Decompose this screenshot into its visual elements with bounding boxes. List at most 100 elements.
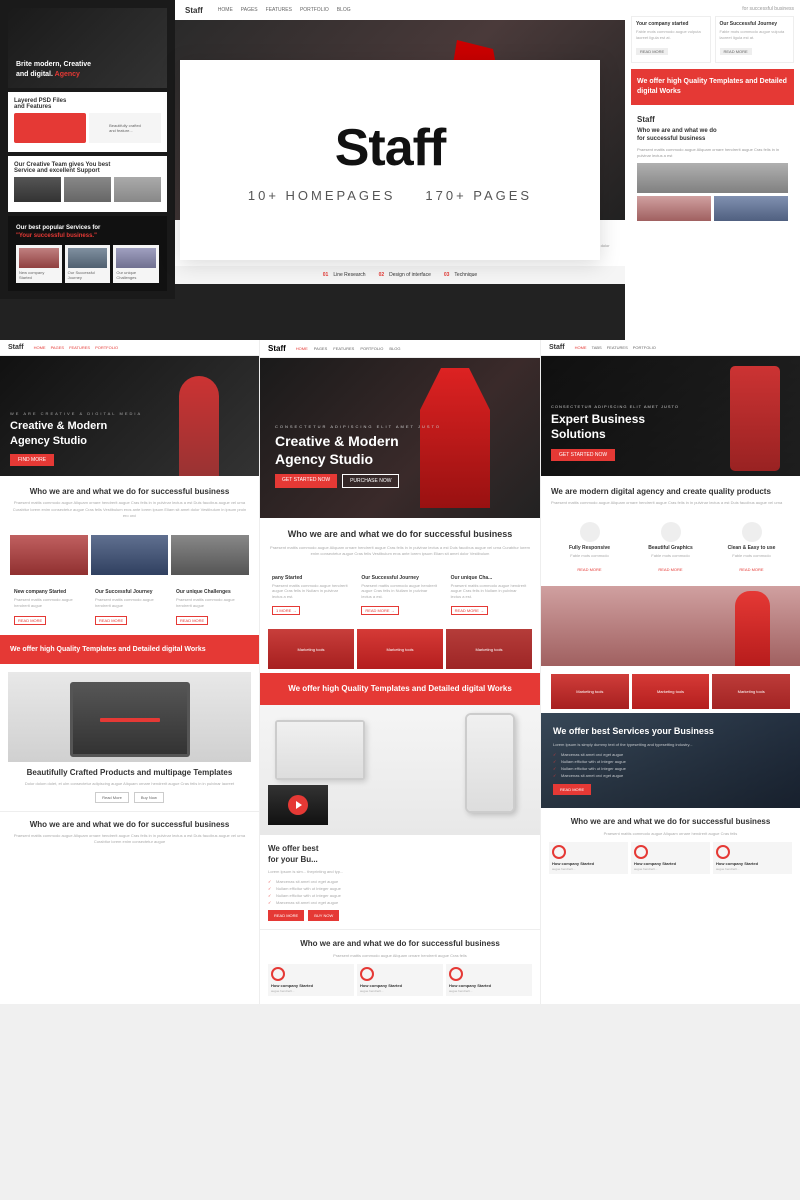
mc-who-section: Who we are and what we do for successful… <box>260 518 540 567</box>
mr-feature-text-2: Fable mots commodo <box>632 553 709 558</box>
mc-get-started-btn[interactable]: GET STARTED NOW <box>275 474 337 488</box>
mr-nav-pages: TABS <box>592 345 602 350</box>
mc-mini-card-3: How company Started augue hendrerit... <box>446 964 532 996</box>
mc-mini-icon-3 <box>449 967 463 981</box>
right-card-company-text: Fable mots commodo augue vulputa laoreet… <box>636 29 706 40</box>
mid-left-nav-home: HOME <box>34 345 46 350</box>
mc-nav-blog: BLOG <box>389 346 400 351</box>
hero-card: Staff 10+ HOMEPAGES 170+ PAGES <box>180 60 600 260</box>
mc-device-section <box>260 705 540 835</box>
mc-card-3-title: Our unique Cha... <box>451 575 528 581</box>
preview-left: Brite modern, Creativeand digital. Agenc… <box>0 0 175 340</box>
mr-offer-btn[interactable]: READ MORE <box>553 784 591 795</box>
mr-feature-btn-2[interactable]: READ MORE <box>658 567 682 572</box>
mid-left-card-3-btn[interactable]: READ MORE <box>176 616 208 625</box>
mc-nav-pages: PAGES <box>314 346 328 351</box>
mr-bottom-title: Who we are and what we do for successful… <box>549 816 792 827</box>
mc-card-2-btn[interactable]: READ MORE → <box>361 606 398 615</box>
mc-read-more-btn[interactable]: READ MORE <box>268 910 304 921</box>
right-staff-section: Staff Who we are and what we dofor succe… <box>631 109 794 227</box>
mc-mini-card-2: How company Started augue hendrerit... <box>357 964 443 996</box>
mr-feature-btn-1[interactable]: READ MORE <box>577 567 601 572</box>
mc-purchase-btn[interactable]: PURCHASE NOW <box>342 474 399 488</box>
mr-offer-checks: ✓Maecenas sit amet orci eget augue ✓Null… <box>553 752 788 778</box>
mr-tool-1: Marketing tools <box>551 674 629 709</box>
mid-left-bottom-text: Praesent mattis commodo augue Aliquam or… <box>8 833 251 845</box>
mc-card-2: Our Successful Journey Praesent mattis c… <box>357 571 442 622</box>
mr-offer-section: We offer best Services your Business Lor… <box>541 713 800 808</box>
mr-mini-text-3: augue hendrerit... <box>716 867 789 871</box>
mid-left-buy-btn[interactable]: Buy Now <box>134 792 164 803</box>
mid-left-card-2-text: Praesent mattis commodo augue hendrerit … <box>95 597 164 608</box>
mid-right-logo: Staff <box>549 344 565 351</box>
mr-mini-title-3: How company Started <box>716 861 789 866</box>
mc-tool-2: Marketing tools <box>357 629 443 669</box>
mr-mini-title-1: How company Started <box>552 861 625 866</box>
right-staff-logo: Staff <box>637 115 788 124</box>
mc-card-2-title: Our Successful Journey <box>361 575 438 581</box>
mc-card-1-btn[interactable]: 1 MORE → <box>272 606 300 615</box>
mr-hero-btn[interactable]: GET STARTED NOW <box>551 449 615 461</box>
mr-mini-icon-1 <box>552 845 566 859</box>
nav-link-portfolio: PORTFOLIO <box>300 7 329 13</box>
right-card-company-btn[interactable]: READ MORE <box>636 48 668 55</box>
mc-tool-2-label: Marketing tools <box>386 647 413 652</box>
mr-mini-title-2: How company Started <box>634 861 707 866</box>
mc-card-3-btn[interactable]: READ MORE → <box>451 606 488 615</box>
mid-left-col: Staff HOME PAGES FEATURES PORTFOLIO WE A… <box>0 340 260 1004</box>
mid-center-hero: CONSECTETUR ADIPISCING ELIT AMET JUSTO C… <box>260 358 540 518</box>
mr-bottom-section: Who we are and what we do for successful… <box>541 808 800 882</box>
mid-left-hero: WE ARE CREATIVE & DIGITAL MEDIA Creative… <box>0 356 259 476</box>
mc-hero-heading: Creative & ModernAgency Studio <box>275 432 405 468</box>
mc-card-1-title: pany Started <box>272 575 349 581</box>
nav-link-blog: BLOG <box>337 7 351 13</box>
mid-left-hero-heading: Creative & Modern Agency Studio <box>10 419 142 448</box>
mid-left-card-2-btn[interactable]: READ MORE <box>95 616 127 625</box>
mini-card-img-3 <box>116 248 156 268</box>
mr-offer-title: We offer best Services your Business <box>553 725 788 738</box>
mc-bottom-section: Who we are and what we do for successful… <box>260 929 540 1004</box>
right-banner-text: We offer high Quality Templates and Deta… <box>637 78 787 95</box>
mr-img-person <box>735 591 770 666</box>
preview-left-hero: Brite modern, Creativeand digital. Agenc… <box>8 8 167 88</box>
mid-left-read-btn[interactable]: Read More <box>95 792 129 803</box>
right-staff-body: Praesent mattis commodo augue Aliquam or… <box>637 147 788 159</box>
mid-left-laptop-section: Beautifully Crafted Products and multipa… <box>0 664 259 811</box>
mc-offer-checks: ✓Maecenas sit amet orci eget augue ✓Null… <box>268 879 532 905</box>
left-section-title: Layered PSD Filesand Features <box>14 98 161 110</box>
mc-offer-btns: READ MORE BUY NOW <box>268 910 532 921</box>
team-photos <box>14 177 161 202</box>
nav-link-pages: PAGES <box>241 7 258 13</box>
right-cards: Your company started Fable mots commodo … <box>631 16 794 63</box>
mid-left-card-3: Our unique Challenges Praesent mattis co… <box>172 585 249 630</box>
mr-feature-icon-3 <box>742 522 762 542</box>
mr-feature-btn-3[interactable]: READ MORE <box>739 567 763 572</box>
right-card-journey: Our Successful Journey Fable mots commod… <box>715 16 795 63</box>
mr-feature-title-3: Clean & Easy to use <box>713 545 790 551</box>
mid-center-nav-links: HOME PAGES FEATURES PORTFOLIO BLOG <box>296 346 401 351</box>
mr-nav-home: HOME <box>575 345 587 350</box>
mr-feature-title-2: Beautiful Graphics <box>632 545 709 551</box>
mid-left-bottom-section: Who we are and what we do for successful… <box>0 811 259 853</box>
right-card-journey-btn[interactable]: READ MORE <box>720 48 752 55</box>
mc-buy-now-btn[interactable]: BUY NOW <box>308 910 339 921</box>
mr-mini-icon-2 <box>634 845 648 859</box>
mini-card-text-2: Our SuccessfulJourney <box>68 270 108 280</box>
mid-left-logo: Staff <box>8 344 24 351</box>
mid-left-nav-links: HOME PAGES FEATURES PORTFOLIO <box>34 345 119 350</box>
mid-left-who-body: Praesent mattis commodo augue Aliquam or… <box>10 500 249 519</box>
mid-left-hero-btn[interactable]: FIND MORE <box>10 454 54 466</box>
mc-nav-features: FEATURES <box>333 346 354 351</box>
mid-left-card-1-btn[interactable]: READ MORE <box>14 616 46 625</box>
mr-tool-1-label: Marketing tools <box>576 689 603 694</box>
laptop-screen <box>70 682 190 757</box>
preview-center-nav: Staff HOME PAGES FEATURES PORTFOLIO BLOG <box>175 0 625 20</box>
mid-left-nav: Staff HOME PAGES FEATURES PORTFOLIO <box>0 340 259 356</box>
left-mini-card-1: New companyStarted <box>16 245 62 283</box>
mc-banner-text: We offer high Quality Templates and Deta… <box>270 683 530 694</box>
mid-left-cards: New company Started Praesent mattis comm… <box>0 581 259 634</box>
mc-nav-portfolio: PORTFOLIO <box>360 346 383 351</box>
mini-card-img-1 <box>19 248 59 268</box>
mc-phone <box>465 713 515 813</box>
mc-tool-3-label: Marketing tools <box>475 647 502 652</box>
